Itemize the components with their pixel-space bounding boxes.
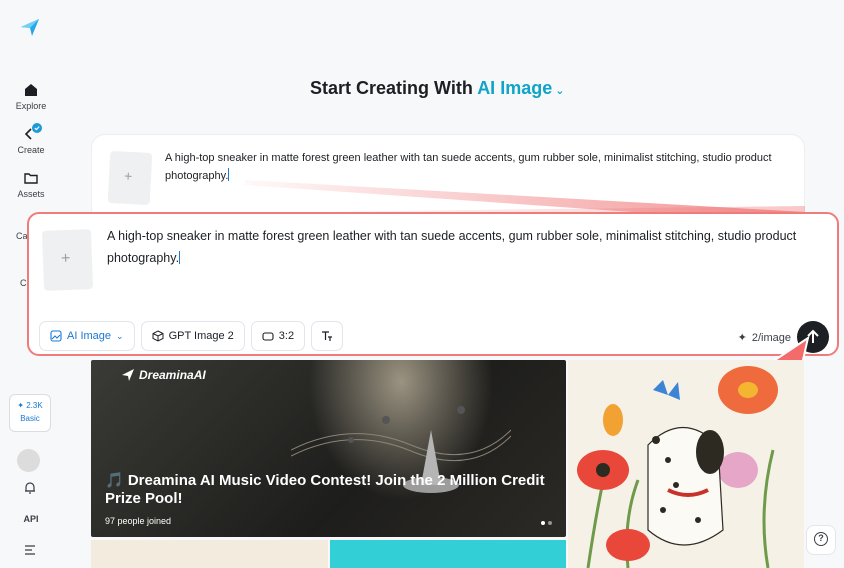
gallery-image[interactable]: [330, 540, 566, 568]
banner-title: 🎵 Dreamina AI Music Video Contest! Join …: [105, 472, 545, 507]
prompt-text: A high-top sneaker in matte forest green…: [107, 229, 797, 265]
brand-text: DreaminaAI: [139, 368, 206, 382]
menu-icon[interactable]: [24, 545, 36, 555]
aspect-ratio-selector[interactable]: 3:2: [250, 321, 306, 351]
plan-label: Basic: [20, 414, 40, 423]
gallery-image-dalmatian[interactable]: [568, 360, 804, 568]
help-button[interactable]: ?: [806, 525, 836, 555]
carousel-dot[interactable]: [541, 521, 545, 525]
mode-selector[interactable]: AI Image ⌄: [477, 78, 564, 98]
credits-badge[interactable]: ✦ 2.3K Basic: [9, 394, 51, 432]
gallery-image[interactable]: [91, 540, 328, 568]
contest-banner[interactable]: DreaminaAI 🎵 Dreamina AI Music Video Con…: [91, 360, 566, 537]
text-caret: [228, 168, 230, 181]
plus-icon: +: [60, 249, 71, 268]
sidebar-item-create[interactable]: Create: [0, 123, 62, 155]
home-icon: [25, 84, 37, 96]
participants-count: 97 people joined: [105, 516, 172, 526]
sparkle-icon: ✦: [737, 332, 747, 344]
text-style-button[interactable]: [311, 321, 344, 351]
help-icon: ?: [814, 532, 828, 546]
mode-dropdown[interactable]: AI Image ⌄: [39, 321, 135, 351]
title-prefix: Start Creating With: [310, 78, 473, 98]
prompt-card[interactable]: + A high-top sneaker in matte forest gre…: [91, 134, 805, 224]
model-selector[interactable]: GPT Image 2: [140, 321, 245, 351]
carousel-dot[interactable]: [548, 521, 552, 525]
chevron-down-icon: ⌄: [116, 330, 124, 341]
prompt-text: A high-top sneaker in matte forest green…: [165, 152, 772, 182]
page-title: Start Creating With AI Image ⌄: [310, 78, 564, 99]
text-format-icon: [322, 331, 333, 341]
avatar[interactable]: [17, 449, 40, 472]
mode-dropdown-label: AI Image: [67, 330, 112, 342]
dalmatian-illustration: [577, 366, 778, 568]
create-icon: [24, 123, 42, 140]
sidebar-item-explore[interactable]: Explore: [0, 82, 62, 111]
composer-toolbar: AI Image ⌄ GPT Image 2 3:2: [39, 321, 344, 351]
api-link[interactable]: API: [0, 514, 62, 524]
cube-icon: [152, 330, 164, 342]
sparkle-icon: ✦: [17, 401, 24, 410]
sidebar-item-label: Explore: [15, 101, 47, 111]
prompt-text-preview: A high-top sneaker in matte forest green…: [165, 149, 793, 185]
sidebar-item-label: Assets: [17, 189, 45, 199]
sidebar-item-label: Create: [17, 145, 45, 155]
credits-amount: ✦ 2.3K: [17, 401, 42, 410]
credits-value: 2.3K: [26, 401, 43, 410]
bell-icon[interactable]: [23, 481, 37, 495]
prompt-textarea[interactable]: A high-top sneaker in matte forest green…: [107, 225, 829, 269]
text-caret: [179, 251, 181, 264]
plus-icon: +: [123, 167, 133, 185]
dreamina-brand: DreaminaAI: [121, 368, 206, 382]
dreamina-logo-icon: [122, 369, 134, 381]
mode-selector-label: AI Image: [477, 78, 553, 98]
prompt-composer[interactable]: + A high-top sneaker in matte forest gre…: [27, 212, 839, 356]
aspect-ratio-label: 3:2: [278, 330, 295, 342]
carousel-dots[interactable]: [541, 521, 552, 525]
chevron-down-icon: ⌄: [555, 85, 565, 97]
sidebar-item-assets[interactable]: Assets: [0, 170, 62, 199]
image-icon: [50, 330, 62, 342]
dreamina-logo-icon[interactable]: [19, 16, 41, 38]
reference-image-upload[interactable]: +: [107, 150, 153, 206]
reference-image-upload[interactable]: +: [41, 229, 94, 291]
model-selector-label: GPT Image 2: [168, 330, 234, 342]
folder-icon: [24, 173, 38, 184]
aspect-ratio-icon: [262, 332, 274, 341]
